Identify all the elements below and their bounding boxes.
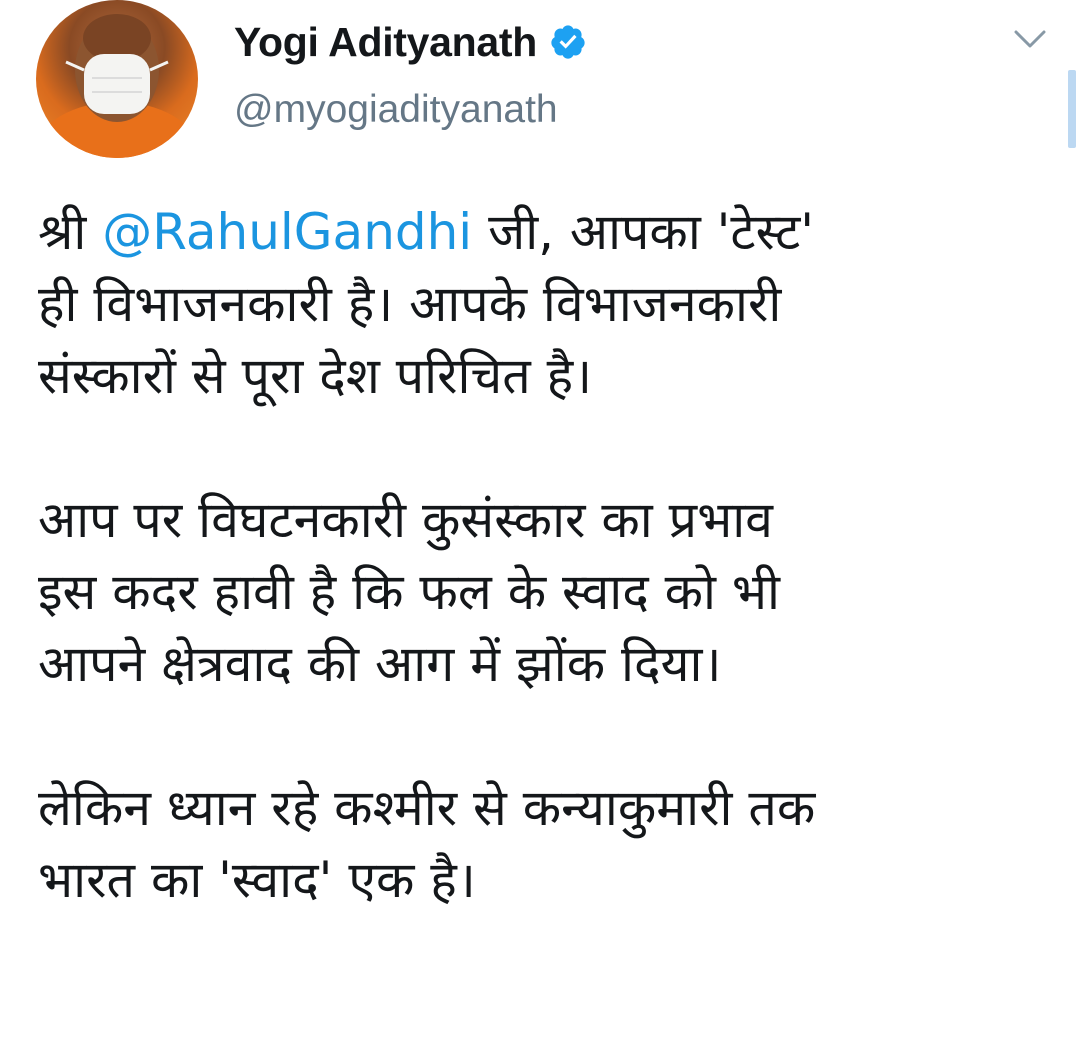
text-fragment: श्री xyxy=(38,203,103,261)
profile-photo-icon xyxy=(37,14,197,158)
scroll-indicator xyxy=(1068,70,1076,148)
tweet-paragraph-3: लेकिन ध्यान रहे कश्मीर से कन्याकुमारी तक… xyxy=(38,772,1058,916)
text-line: लेकिन ध्यान रहे कश्मीर से कन्याकुमारी तक xyxy=(38,779,816,837)
tweet-card: Yogi Adityanath @myogiadityanath श्री @R… xyxy=(0,0,1080,1063)
tweet-header: Yogi Adityanath @myogiadityanath xyxy=(234,14,587,132)
tweet-paragraph-2: आप पर विघटनकारी कुसंस्कार का प्रभाव इस क… xyxy=(38,484,1058,700)
chevron-down-icon[interactable] xyxy=(1010,24,1050,54)
text-fragment: जी, आपका 'टेस्ट' xyxy=(472,203,815,261)
verified-badge-icon xyxy=(549,23,587,61)
author-avatar[interactable] xyxy=(36,0,198,158)
author-display-name[interactable]: Yogi Adityanath xyxy=(234,19,537,66)
tweet-text: श्री @RahulGandhi जी, आपका 'टेस्ट' ही वि… xyxy=(38,196,1058,916)
mention-link[interactable]: @RahulGandhi xyxy=(102,203,472,261)
text-line: ही विभाजनकारी है। आपके विभाजनकारी xyxy=(38,275,782,333)
text-line: आपने क्षेत्रवाद की आग में झोंक दिया। xyxy=(38,635,722,693)
text-line: श्री @RahulGandhi जी, आपका 'टेस्ट' xyxy=(38,196,1058,268)
author-handle[interactable]: @myogiadityanath xyxy=(234,88,587,132)
text-line: इस कदर हावी है कि फल के स्वाद को भी xyxy=(38,563,780,621)
text-line: संस्कारों से पूरा देश परिचित है। xyxy=(38,347,593,405)
text-line: भारत का 'स्वाद' एक है। xyxy=(38,851,476,909)
author-name-row: Yogi Adityanath xyxy=(234,14,587,70)
text-line: आप पर विघटनकारी कुसंस्कार का प्रभाव xyxy=(38,491,773,549)
tweet-paragraph-1: श्री @RahulGandhi जी, आपका 'टेस्ट' ही वि… xyxy=(38,196,1058,412)
